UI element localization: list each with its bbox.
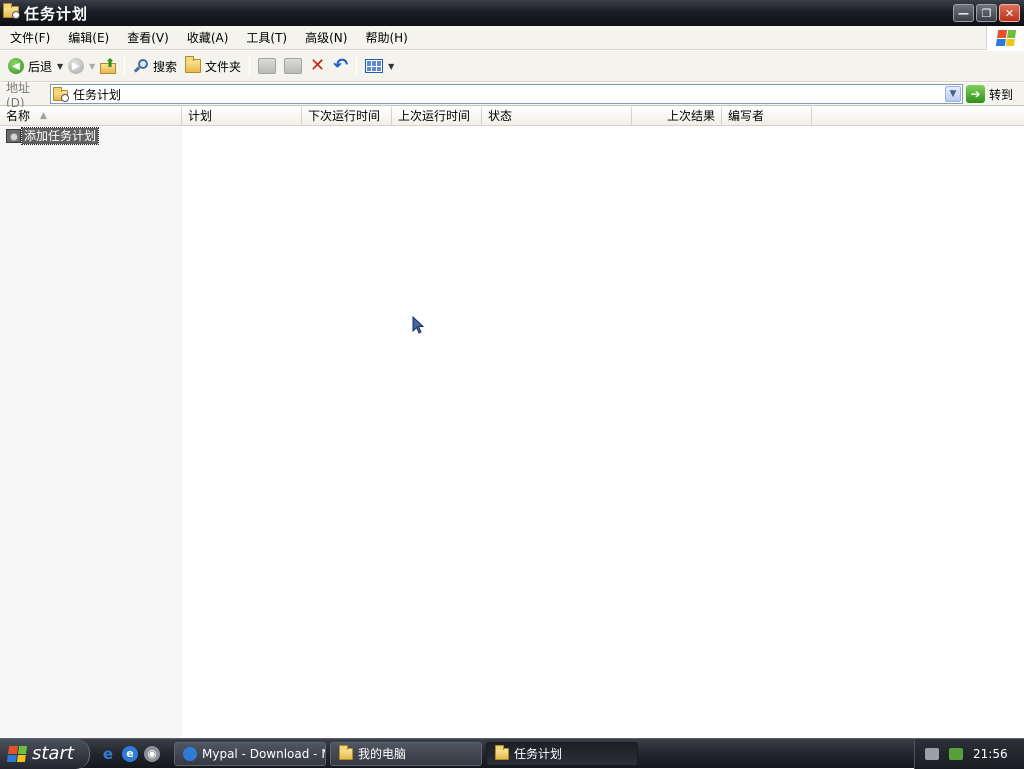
menu-file[interactable]: 文件(F) [0,26,58,50]
list-item[interactable]: 添加任务计划 [6,126,100,145]
folders-button[interactable]: 文件夹 [181,53,245,79]
list-item-label: 添加任务计划 [20,126,100,145]
back-button[interactable]: ◀ 后退 [4,53,56,79]
add-scheduled-task-icon [6,128,21,143]
taskbar-item-label: 我的电脑 [358,747,407,761]
file-list-view[interactable]: 名称 ▲ 计划 下次运行时间 上次运行时间 状态 上次结果 编写者 添加任务计划 [0,107,1024,738]
column-header-last-result[interactable]: 上次结果 [632,107,722,126]
back-dropdown-icon[interactable]: ▼ [56,62,64,71]
start-button[interactable]: start [0,738,90,769]
network-icon[interactable] [949,748,963,760]
back-label: 后退 [28,59,53,74]
taskbar: start e e ◉ Mypal - Download - Mi... 我的电… [0,738,1024,769]
folders-icon [185,56,202,73]
search-icon [133,58,149,74]
toolbar-separator [249,55,251,77]
go-button[interactable]: ➔ 转到 [966,84,1013,104]
column-header-name[interactable]: 名称 ▲ [0,107,182,126]
go-label: 转到 [989,87,1014,102]
windows-logo-icon [986,26,1024,50]
forward-button[interactable]: ▶ [64,53,88,79]
undo-button[interactable]: ↶ [329,53,352,79]
toolbar: ◀ 后退 ▼ ▶ ▼ ⬆ 搜索 文件夹 ✕ ↶ ▼ [0,51,1024,82]
menu-help[interactable]: 帮助(H) [355,26,415,50]
menu-favorites[interactable]: 收藏(A) [177,26,237,50]
menu-edit[interactable]: 编辑(E) [58,26,117,50]
menu-tools[interactable]: 工具(T) [236,26,295,50]
move-to-icon [258,58,277,74]
windows-logo-icon [6,745,28,762]
copy-to-button[interactable] [280,53,306,79]
move-to-button[interactable] [254,53,280,79]
taskbar-item-scheduled-tasks[interactable]: 任务计划 [486,741,638,766]
address-bar: 地址(D) 任务计划 ▼ ➔ 转到 [0,81,1024,110]
keyboard-icon[interactable] [925,748,939,760]
address-dropdown-icon[interactable]: ▼ [945,86,961,102]
internet-explorer-icon[interactable]: e [100,745,116,763]
column-header-last-run[interactable]: 上次运行时间 [392,107,482,126]
minimize-button[interactable]: — [953,4,974,22]
address-value: 任务计划 [73,87,122,102]
scheduled-tasks-folder-icon [3,3,20,20]
search-label: 搜索 [153,59,178,74]
up-folder-button[interactable]: ⬆ [96,53,120,79]
toolbar-separator [356,55,358,77]
folder-icon [339,744,353,760]
back-arrow-icon: ◀ [8,58,24,74]
taskbar-item-label: 任务计划 [514,747,563,761]
taskbar-item-label: Mypal - Download - Mi... [202,746,325,761]
taskbar-item-mypal[interactable]: Mypal - Download - Mi... [174,741,326,766]
name-column-background [0,126,182,738]
up-folder-icon: ⬆ [100,56,117,74]
sort-ascending-icon: ▲ [40,111,47,121]
quick-launch: e e ◉ [90,745,170,763]
column-header-status[interactable]: 状态 [482,107,632,126]
column-header-next-run[interactable]: 下次运行时间 [302,107,392,126]
delete-icon: ✕ [310,55,326,76]
window-title: 任务计划 [24,4,89,23]
menu-advanced[interactable]: 高级(N) [295,26,355,50]
undo-icon: ↶ [333,55,349,76]
address-label: 地址(D) [6,80,31,110]
browser-icon[interactable]: e [122,745,138,762]
close-button[interactable]: ✕ [999,4,1020,22]
taskbar-item-my-computer[interactable]: 我的电脑 [330,741,482,766]
column-header-creator[interactable]: 编写者 [722,107,812,126]
mouse-cursor-icon [412,316,424,334]
address-input[interactable]: 任务计划 ▼ [50,84,963,104]
title-bar[interactable]: 任务计划 — ❐ ✕ [0,0,1024,26]
views-dropdown-icon: ▼ [388,61,395,71]
search-button[interactable]: 搜索 [129,53,181,79]
scheduled-tasks-folder-icon [495,744,509,760]
go-arrow-icon: ➔ [966,85,985,103]
copy-to-icon [284,58,303,74]
toolbar-separator [124,55,126,77]
clock[interactable]: 21:56 [973,747,1008,761]
menu-bar: 文件(F) 编辑(E) 查看(V) 收藏(A) 工具(T) 高级(N) 帮助(H… [0,26,1024,50]
column-header-schedule[interactable]: 计划 [182,107,302,126]
system-tray: 21:56 [914,739,1024,769]
delete-button[interactable]: ✕ [306,53,329,79]
forward-arrow-icon: ▶ [68,58,85,74]
browser-icon [183,746,197,761]
menu-view[interactable]: 查看(V) [117,26,177,50]
scheduled-tasks-folder-icon [53,86,69,102]
media-icon[interactable]: ◉ [144,745,160,762]
restore-button[interactable]: ❐ [976,4,997,22]
views-button[interactable]: ▼ [361,53,399,79]
column-headers: 名称 ▲ 计划 下次运行时间 上次运行时间 状态 上次结果 编写者 [0,107,1024,126]
folders-label: 文件夹 [205,59,242,74]
forward-dropdown-icon[interactable]: ▼ [88,62,96,71]
start-label: start [32,743,74,764]
views-icon [365,59,384,73]
